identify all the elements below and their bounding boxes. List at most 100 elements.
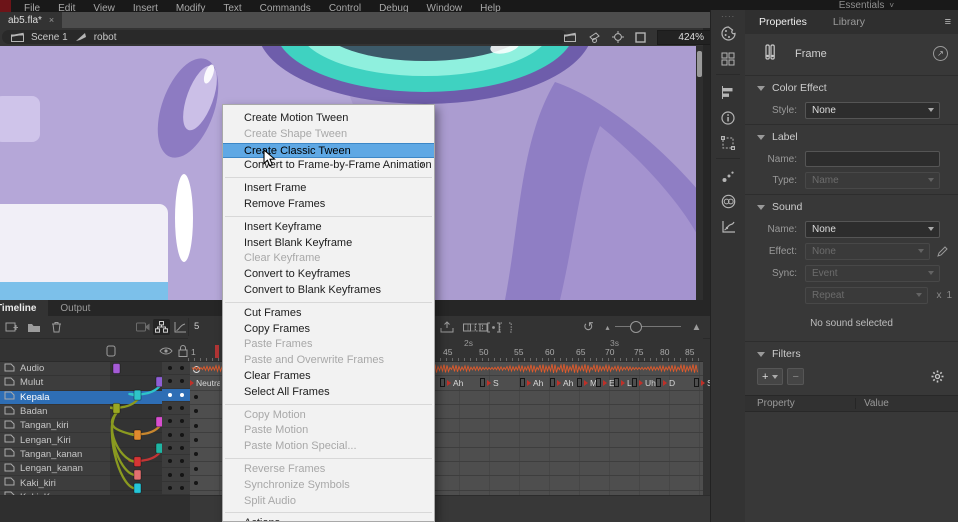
menu-insert[interactable]: Insert <box>124 0 167 12</box>
visibility-dot-icon[interactable] <box>168 446 172 450</box>
mouth-keyframe-e[interactable]: E <box>596 376 615 389</box>
menu-file[interactable]: File <box>15 0 49 12</box>
add-filter-button[interactable]: + <box>757 368 783 385</box>
layer-badan[interactable]: Badan <box>0 405 110 419</box>
menu-window[interactable]: Window <box>418 0 472 12</box>
lock-dot-icon[interactable] <box>180 473 184 477</box>
tab-properties[interactable]: Properties <box>759 16 807 28</box>
layer-kaki-kiri[interactable]: Kaki_kiri <box>0 476 110 490</box>
lock-dot-icon[interactable] <box>180 446 184 450</box>
lock-dot-icon[interactable] <box>180 379 184 383</box>
layer-visibility-lock-toggles[interactable] <box>162 428 190 441</box>
context-menu-item-select-all-frames[interactable]: Select All Frames <box>223 385 434 401</box>
transform-panel-icon[interactable] <box>715 131 741 154</box>
layer-visibility-lock-toggles[interactable] <box>162 362 190 375</box>
info-panel-icon[interactable] <box>715 106 741 129</box>
layer-visibility-lock-toggles[interactable] <box>162 375 190 388</box>
context-menu-item-insert-keyframe[interactable]: Insert Keyframe <box>223 220 434 236</box>
context-menu-item-remove-frames[interactable]: Remove Frames <box>223 197 434 213</box>
swatches-panel-icon[interactable] <box>715 47 741 70</box>
lock-dot-icon[interactable] <box>180 459 184 463</box>
panel-menu-icon[interactable]: ≡ <box>945 16 958 28</box>
modify-markers-button[interactable] <box>497 319 514 335</box>
motion-presets-panel-icon[interactable] <box>715 215 741 238</box>
menu-help[interactable]: Help <box>471 0 510 12</box>
dock-grip-icon[interactable]: ∙∙∙∙ <box>721 12 735 20</box>
layer-kepala[interactable]: Kepala <box>0 391 110 405</box>
menu-view[interactable]: View <box>84 0 124 12</box>
zoom-level-value[interactable]: 424% <box>657 30 711 45</box>
context-menu-item-convert-to-frame-by-frame-animation[interactable]: Convert to Frame-by-Frame Animation› <box>223 158 434 174</box>
menu-commands[interactable]: Commands <box>251 0 320 12</box>
layer-lengan-kiri[interactable]: Lengan_Kiri <box>0 433 110 447</box>
context-menu-item-copy-frames[interactable]: Copy Frames <box>223 322 434 338</box>
layer-visibility-lock-toggles[interactable] <box>162 482 190 495</box>
section-filters[interactable]: Filters <box>745 341 958 363</box>
parenting-cell[interactable] <box>110 476 162 490</box>
visibility-dot-icon[interactable] <box>168 459 172 463</box>
menu-text[interactable]: Text <box>214 0 250 12</box>
lock-dot-icon[interactable] <box>180 486 184 490</box>
document-tab[interactable]: ab5.fla* × <box>0 12 62 28</box>
context-menu-item-insert-blank-keyframe[interactable]: Insert Blank Keyframe <box>223 236 434 252</box>
context-menu-item-clear-frames[interactable]: Clear Frames <box>223 369 434 385</box>
section-label[interactable]: Label <box>745 124 958 146</box>
help-arrow-icon[interactable]: ↗ <box>933 46 948 61</box>
mouth-keyframe-ah[interactable]: Ah <box>520 376 543 389</box>
close-tab-icon[interactable]: × <box>49 15 54 25</box>
parenting-cell[interactable] <box>110 462 162 476</box>
lock-dot-icon[interactable] <box>180 406 184 410</box>
remove-filter-button[interactable]: − <box>787 368 803 385</box>
menu-modify[interactable]: Modify <box>167 0 214 12</box>
parenting-cell[interactable] <box>110 376 162 390</box>
context-menu-item-convert-to-blank-keyframes[interactable]: Convert to Blank Keyframes <box>223 283 434 299</box>
timeline-zoom-knob[interactable] <box>630 321 642 333</box>
visibility-dot-icon[interactable] <box>168 419 172 423</box>
menu-debug[interactable]: Debug <box>370 0 417 12</box>
color-panel-icon[interactable] <box>715 22 741 45</box>
export-frames-button[interactable] <box>438 319 455 335</box>
loop-playback-icon[interactable]: ↺ <box>580 319 597 335</box>
playhead-marker[interactable] <box>215 345 219 358</box>
filter-options-button[interactable] <box>931 370 948 383</box>
stage-scrollbar-thumb[interactable] <box>697 51 702 77</box>
parenting-cell[interactable] <box>110 448 162 462</box>
graph-editor-button[interactable] <box>172 319 189 335</box>
new-folder-button[interactable] <box>25 319 42 335</box>
layer-visibility-lock-toggles[interactable] <box>162 389 190 402</box>
lock-dot-icon[interactable] <box>180 393 184 397</box>
zoom-in-triangles-icon[interactable]: ▲ <box>688 319 705 335</box>
cc-libraries-panel-icon[interactable] <box>715 190 741 213</box>
parenting-cell[interactable] <box>110 433 162 447</box>
layer-tangan-kiri[interactable]: Tangan_kiri <box>0 419 110 433</box>
section-color-effect[interactable]: Color Effect <box>745 75 958 97</box>
workspace-switcher[interactable]: Essentials ˅ <box>839 2 958 10</box>
menu-edit[interactable]: Edit <box>49 0 84 12</box>
delete-layer-button[interactable] <box>48 319 65 335</box>
tab-library[interactable]: Library <box>833 16 865 28</box>
mouth-keyframe-l[interactable]: L <box>614 376 632 389</box>
align-panel-icon[interactable] <box>715 81 741 104</box>
mouth-keyframe-s[interactable]: S <box>480 376 499 389</box>
lock-dot-icon[interactable] <box>180 433 184 437</box>
parenting-cell[interactable] <box>110 405 162 419</box>
lock-dot-icon[interactable] <box>180 366 184 370</box>
mouth-keyframe-ah[interactable]: Ah <box>440 376 463 389</box>
breadcrumb-symbol[interactable]: robot <box>94 32 117 43</box>
crosshair-icon[interactable] <box>612 31 624 43</box>
brush-library-panel-icon[interactable] <box>715 165 741 188</box>
zoom-out-triangle-icon[interactable]: ▴ <box>599 319 616 335</box>
visibility-dot-icon[interactable] <box>168 406 172 410</box>
context-menu-item-cut-frames[interactable]: Cut Frames <box>223 306 434 322</box>
context-menu-item-actions[interactable]: Actions <box>223 516 434 522</box>
menu-control[interactable]: Control <box>320 0 370 12</box>
section-sound[interactable]: Sound <box>745 194 958 216</box>
mouth-keyframe-uh[interactable]: Uh <box>632 376 656 389</box>
camera-button[interactable] <box>134 319 151 335</box>
layer-audio[interactable]: Audio <box>0 362 110 376</box>
visibility-dot-icon[interactable] <box>168 433 172 437</box>
breadcrumb-scene[interactable]: Scene 1 <box>31 32 68 43</box>
lock-dot-icon[interactable] <box>180 419 184 423</box>
mouth-keyframe-m[interactable]: M <box>577 376 597 389</box>
visibility-dot-icon[interactable] <box>168 379 172 383</box>
